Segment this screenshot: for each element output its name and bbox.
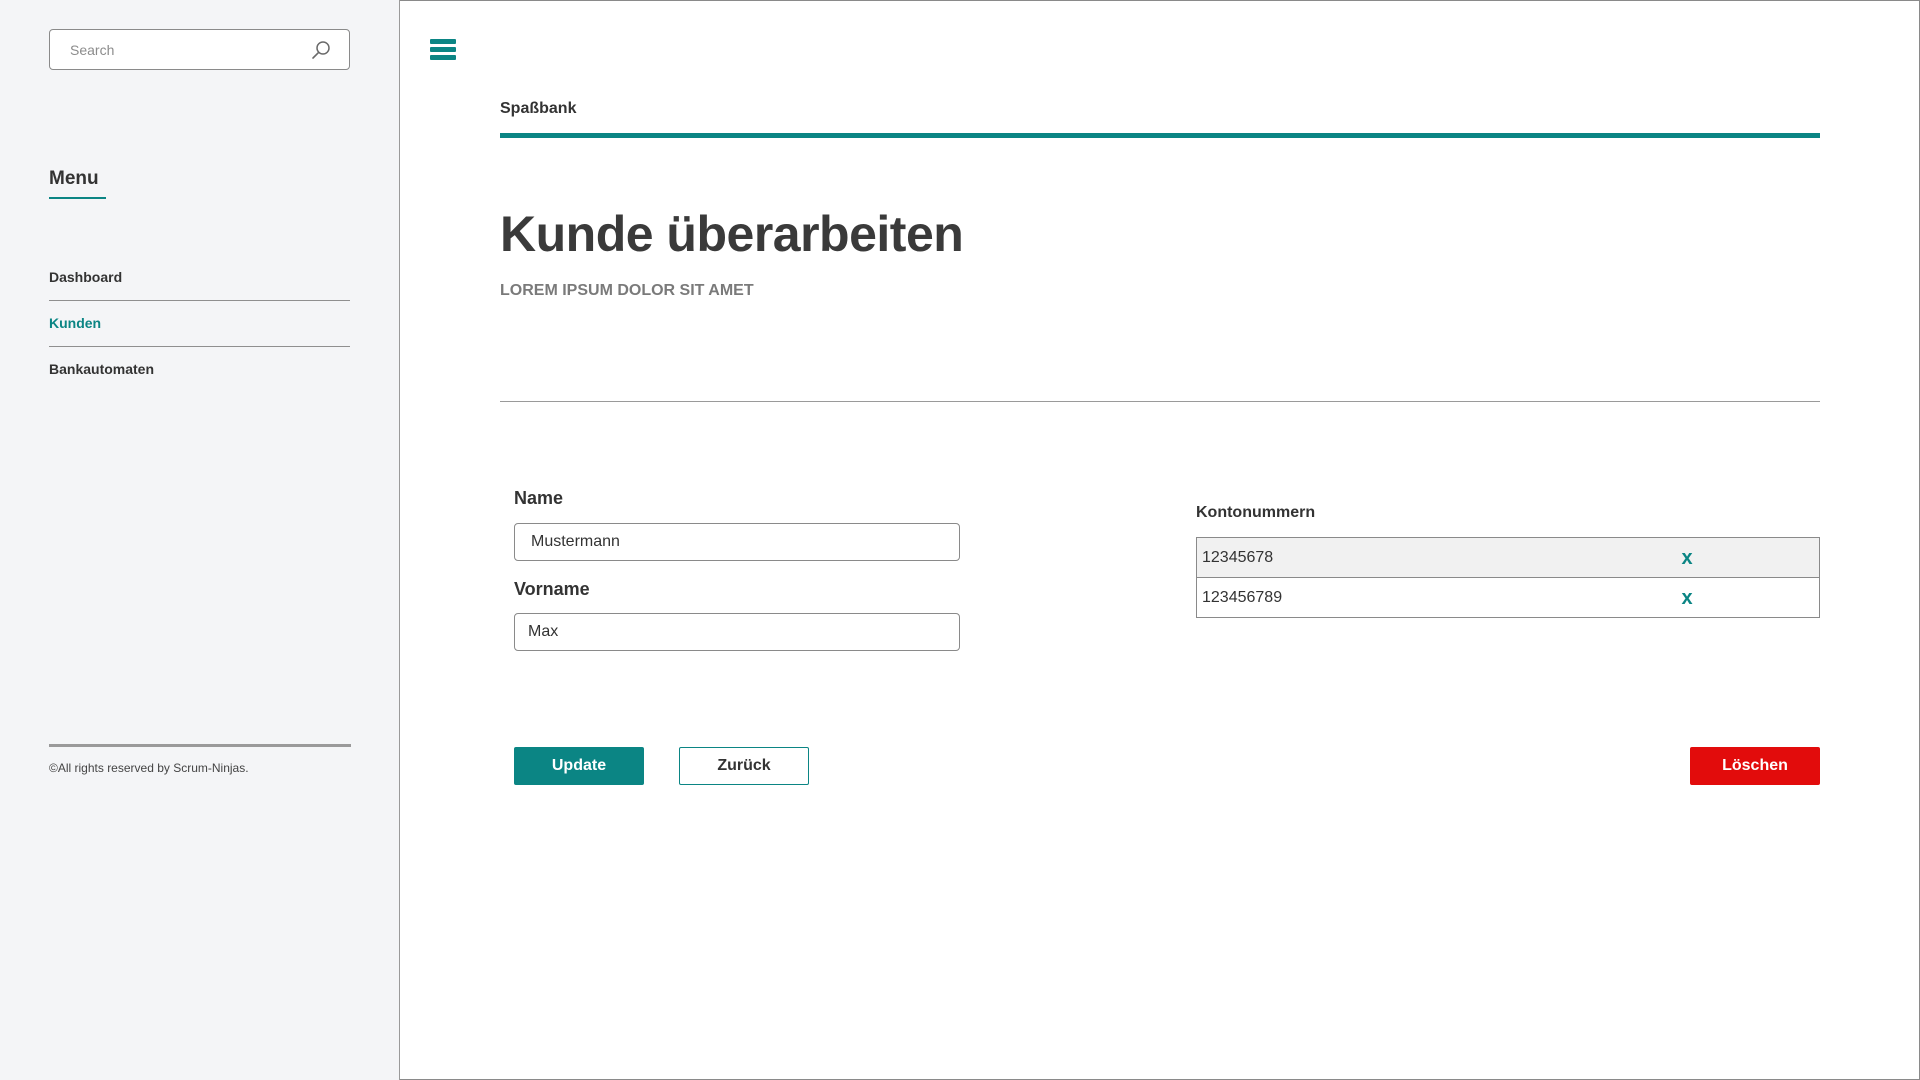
- konto-number: 123456789: [1202, 589, 1283, 606]
- delete-button[interactable]: Löschen: [1690, 747, 1820, 785]
- name-label: Name: [514, 488, 564, 508]
- footer-divider: [49, 744, 351, 747]
- sidebar-item-dashboard[interactable]: Dashboard: [49, 254, 350, 300]
- update-button[interactable]: Update: [514, 747, 644, 785]
- delete-x-icon[interactable]: x: [1675, 546, 1699, 570]
- menu-underline: [49, 197, 106, 199]
- sidebar-item-kunden[interactable]: Kunden: [49, 300, 350, 346]
- page-subtitle: LOREM IPSUM DOLOR SIT AMET: [500, 282, 754, 299]
- menu-title: Menu: [49, 168, 99, 189]
- vorname-field[interactable]: [514, 613, 960, 651]
- search-box: [49, 29, 350, 70]
- section-divider: [500, 401, 1820, 402]
- search-input[interactable]: [50, 30, 300, 69]
- sidebar-item-bankautomaten[interactable]: Bankautomaten: [49, 346, 350, 392]
- table-row: 123456789 x: [1197, 578, 1819, 617]
- footer-copyright: ©All rights reserved by Scrum-Ninjas.: [49, 761, 249, 775]
- back-button[interactable]: Zurück: [679, 747, 809, 785]
- konto-number: 12345678: [1202, 549, 1274, 566]
- sidebar: Menu Dashboard Kunden Bankautomaten ©All…: [0, 0, 400, 1080]
- search-icon[interactable]: [311, 40, 331, 60]
- page-title: Kunde überarbeiten: [500, 206, 964, 262]
- name-field[interactable]: [514, 523, 960, 561]
- kontonummern-table: 12345678 x 123456789 x: [1196, 537, 1820, 618]
- vorname-label: Vorname: [514, 579, 590, 599]
- hamburger-menu-icon[interactable]: [430, 39, 456, 63]
- table-row: 12345678 x: [1197, 538, 1819, 578]
- delete-x-icon[interactable]: x: [1675, 586, 1699, 610]
- brand-bar: [500, 133, 1820, 138]
- kontonummern-label: Kontonummern: [1196, 504, 1316, 521]
- brand-name: Spaßbank: [500, 100, 577, 117]
